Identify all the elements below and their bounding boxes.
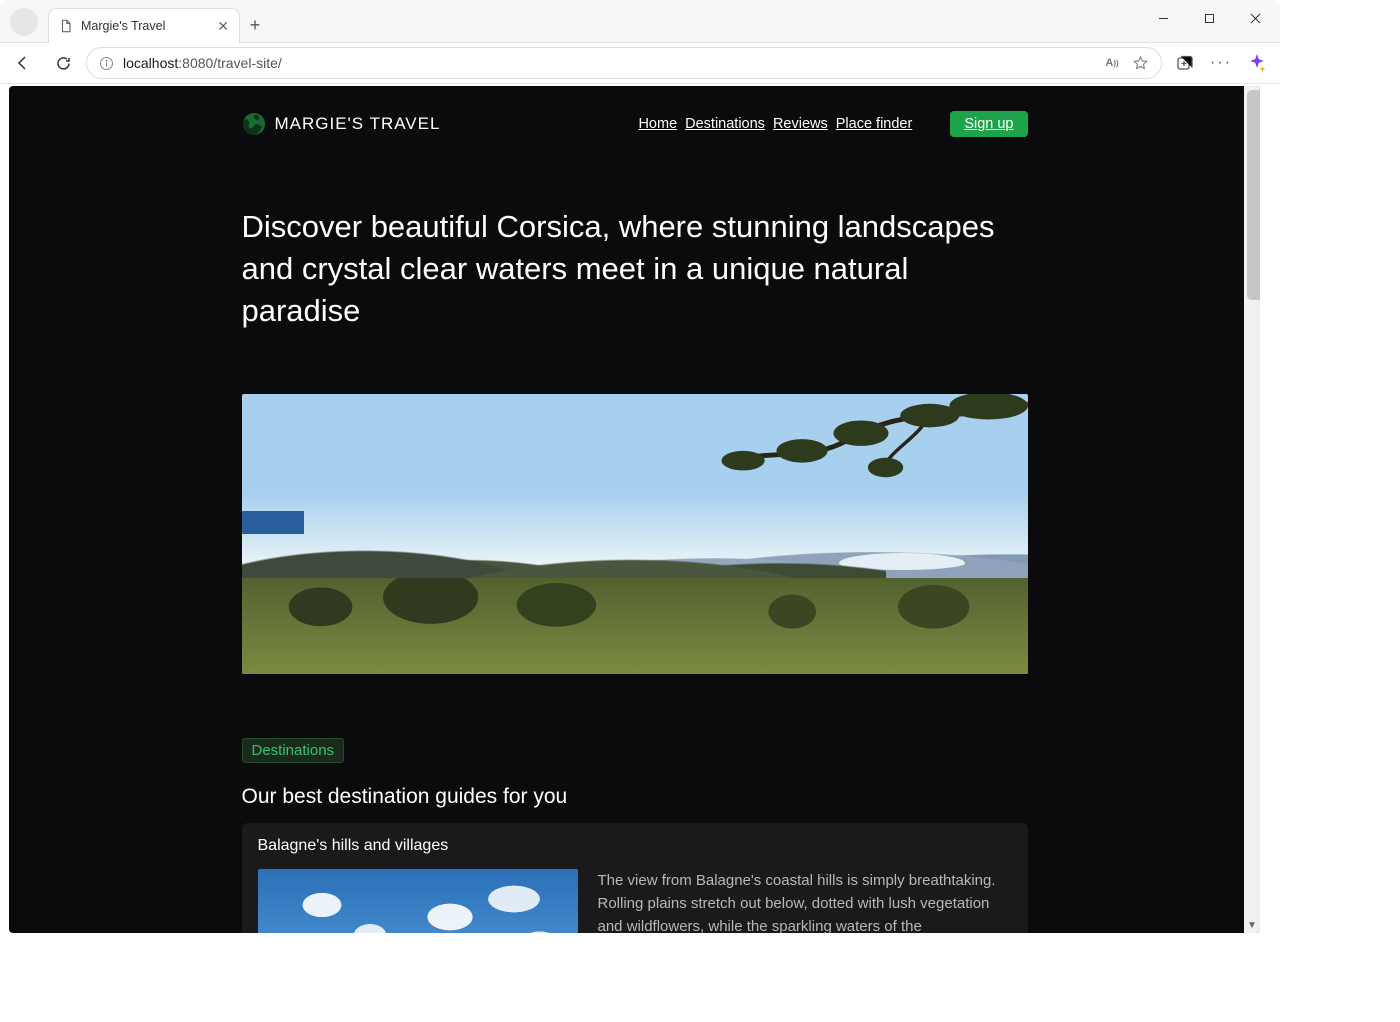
browser-toolbar: localhost:8080/travel-site/ A)) ··· <box>0 43 1280 84</box>
read-aloud-icon[interactable]: A)) <box>1101 57 1123 69</box>
hero-title: Discover beautiful Corsica, where stunni… <box>242 206 1028 332</box>
collections-icon[interactable] <box>1168 46 1202 80</box>
nav-home[interactable]: Home <box>638 116 677 132</box>
site-info-icon[interactable] <box>97 54 115 72</box>
card-text: The view from Balagne's coastal hills is… <box>598 869 1012 933</box>
close-tab-icon[interactable]: ✕ <box>217 19 229 33</box>
browser-titlebar: Margie's Travel ✕ + <box>0 0 1280 43</box>
nav-place-finder[interactable]: Place finder <box>836 116 913 132</box>
profile-icon[interactable] <box>10 8 38 36</box>
nav-destinations[interactable]: Destinations <box>685 116 765 132</box>
scroll-down-icon[interactable]: ▼ <box>1244 917 1260 933</box>
tab-title: Margie's Travel <box>81 19 165 33</box>
refresh-button[interactable] <box>46 46 80 80</box>
page-content: MARGIE'S TRAVEL Home Destinations Review… <box>242 86 1028 933</box>
url-text: localhost:8080/travel-site/ <box>123 55 282 71</box>
favorite-icon[interactable] <box>1129 55 1151 72</box>
copilot-icon[interactable] <box>1240 46 1274 80</box>
address-bar-actions: A)) <box>1101 55 1151 72</box>
signup-button[interactable]: Sign up <box>950 111 1027 137</box>
card-image <box>258 869 578 933</box>
hero-image <box>242 394 1028 674</box>
window-controls <box>1140 2 1278 34</box>
globe-icon <box>242 112 266 136</box>
new-tab-button[interactable]: + <box>240 10 270 40</box>
site-header: MARGIE'S TRAVEL Home Destinations Review… <box>242 104 1028 144</box>
maximize-icon[interactable] <box>1186 2 1232 34</box>
close-window-icon[interactable] <box>1232 2 1278 34</box>
browser-tab[interactable]: Margie's Travel ✕ <box>48 8 240 43</box>
section-badge: Destinations <box>242 738 345 763</box>
document-icon <box>59 19 73 33</box>
nav-reviews[interactable]: Reviews <box>773 116 828 132</box>
page-viewport: MARGIE'S TRAVEL Home Destinations Review… <box>9 86 1260 933</box>
scrollbar-thumb[interactable] <box>1247 90 1260 300</box>
vertical-scrollbar[interactable]: ▼ <box>1244 86 1260 933</box>
destination-card[interactable]: Balagne's hills and villages The view fr… <box>242 823 1028 933</box>
brand-name: MARGIE'S TRAVEL <box>275 114 441 134</box>
primary-nav: Home Destinations Reviews Place finder S… <box>638 111 1027 137</box>
menu-icon[interactable]: ··· <box>1204 46 1238 80</box>
browser-window: Margie's Travel ✕ + localhost:8080/trave… <box>0 0 1280 942</box>
section-heading: Our best destination guides for you <box>242 785 1028 809</box>
address-bar[interactable]: localhost:8080/travel-site/ A)) <box>86 47 1162 79</box>
back-button[interactable] <box>6 46 40 80</box>
card-title: Balagne's hills and villages <box>258 837 1012 855</box>
minimize-icon[interactable] <box>1140 2 1186 34</box>
toolbar-right: ··· <box>1168 46 1274 80</box>
